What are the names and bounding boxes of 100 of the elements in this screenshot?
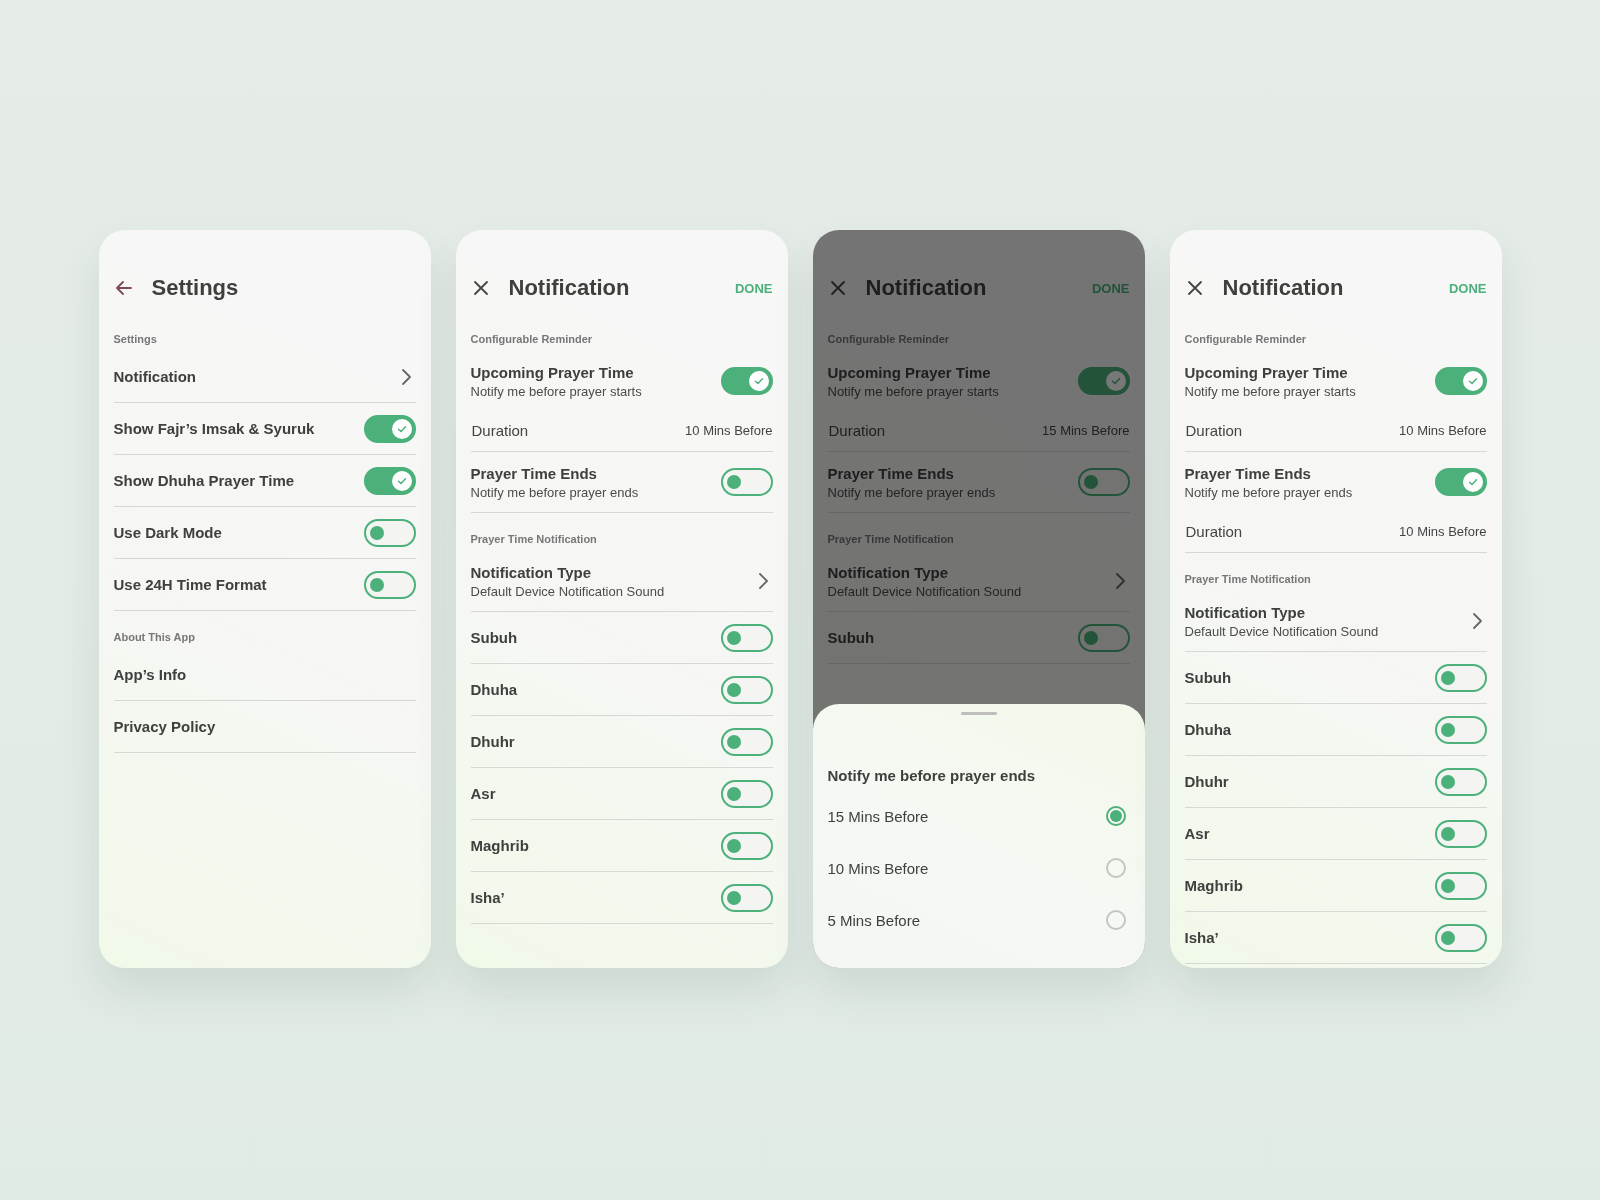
setting-label: Prayer Time Ends	[827, 464, 955, 482]
section-heading: Configurable Reminder	[1184, 333, 1308, 345]
check-icon	[752, 375, 765, 387]
setting-label: Notification	[113, 368, 196, 385]
setting-label: Asr	[470, 785, 496, 802]
setting-description: Default Device Notification Sound	[827, 583, 1022, 599]
setting-label: Show Dhuha Prayer Time	[113, 472, 295, 489]
check-icon	[1466, 476, 1479, 488]
option-label: 10 Mins Before	[827, 859, 929, 877]
section-heading: Settings	[113, 333, 158, 345]
setting-label: Notification Type	[827, 563, 950, 581]
toggle-switch[interactable]	[1077, 367, 1130, 395]
toggle-switch[interactable]	[363, 518, 416, 547]
radio-button[interactable]	[1105, 910, 1126, 930]
toggle-switch[interactable]	[363, 466, 416, 495]
setting-label: Upcoming Prayer Time	[827, 363, 992, 381]
setting-label: Dhuha	[470, 681, 518, 698]
toggle-switch[interactable]	[1434, 715, 1487, 744]
toggle-switch[interactable]	[1434, 367, 1487, 395]
toggle-switch[interactable]	[363, 570, 416, 599]
setting-description: Notify me before prayer ends	[1184, 484, 1353, 500]
toggle-switch[interactable]	[720, 623, 773, 652]
setting-label: Upcoming Prayer Time	[470, 363, 635, 381]
toggle-switch[interactable]	[720, 831, 773, 860]
duration-label: Duration	[471, 421, 529, 439]
setting-label: Maghrib	[470, 837, 529, 854]
sheet-handle[interactable]	[960, 712, 997, 715]
toggle-switch[interactable]	[720, 367, 773, 395]
setting-label: Dhuha	[1184, 721, 1232, 738]
chevron-right-icon[interactable]	[1470, 611, 1483, 631]
screen-title: Notification	[865, 275, 988, 301]
setting-label: Dhuhr	[1184, 773, 1229, 790]
setting-label: Use 24H Time Format	[113, 576, 267, 593]
setting-label: Subuh	[1184, 669, 1232, 686]
setting-label: Asr	[1184, 825, 1210, 842]
toggle-switch[interactable]	[363, 414, 416, 443]
setting-label: Privacy Policy	[113, 718, 216, 735]
setting-description: Notify me before prayer ends	[470, 484, 639, 500]
check-icon	[1466, 375, 1479, 387]
toggle-switch[interactable]	[1434, 871, 1487, 900]
toggle-switch[interactable]	[720, 779, 773, 808]
screen-title: Notification	[508, 275, 631, 301]
section-heading: Prayer Time Notification	[470, 533, 598, 545]
chevron-right-icon[interactable]	[756, 571, 769, 591]
section-heading: Configurable Reminder	[470, 333, 594, 345]
setting-label: Maghrib	[1184, 877, 1243, 894]
toggle-switch[interactable]	[720, 727, 773, 756]
done-button[interactable]: DONE	[734, 280, 773, 296]
setting-label: Notification Type	[1184, 603, 1307, 621]
toggle-switch[interactable]	[720, 675, 773, 704]
screen-title: Notification	[1222, 275, 1345, 301]
duration-label: Duration	[828, 421, 886, 439]
setting-label: Subuh	[470, 629, 518, 646]
setting-label: Notification Type	[470, 563, 593, 581]
check-icon	[1109, 375, 1122, 387]
setting-description: Default Device Notification Sound	[1184, 623, 1379, 639]
toggle-switch[interactable]	[1434, 767, 1487, 796]
section-heading: Configurable Reminder	[827, 333, 951, 345]
setting-label: Subuh	[827, 629, 875, 646]
setting-label: Prayer Time Ends	[1184, 464, 1312, 482]
toggle-switch[interactable]	[720, 468, 773, 496]
setting-label: Show Fajr’s Imsak & Syuruk	[113, 420, 315, 437]
option-label: 15 Mins Before	[827, 807, 929, 825]
duration-value[interactable]: 10 Mins Before	[1399, 422, 1487, 438]
chevron-right-icon[interactable]	[399, 366, 412, 387]
toggle-switch[interactable]	[720, 883, 773, 912]
toggle-switch[interactable]	[1434, 663, 1487, 692]
setting-description: Notify me before prayer starts	[1184, 383, 1356, 399]
radio-button[interactable]	[1105, 806, 1126, 826]
back-arrow-icon[interactable]	[113, 278, 134, 298]
toggle-switch[interactable]	[1434, 819, 1487, 848]
sheet-title: Notify me before prayer ends	[827, 767, 1037, 784]
duration-label: Duration	[1185, 522, 1243, 540]
done-button[interactable]: DONE	[1448, 280, 1487, 296]
radio-button[interactable]	[1105, 858, 1126, 878]
chevron-right-icon[interactable]	[1113, 571, 1126, 591]
toggle-switch[interactable]	[1434, 468, 1487, 496]
setting-description: Default Device Notification Sound	[470, 583, 665, 599]
setting-label: Isha’	[1184, 929, 1219, 946]
setting-label: Isha’	[470, 889, 505, 906]
section-heading: Prayer Time Notification	[827, 533, 955, 545]
setting-label: App’s Info	[113, 666, 187, 683]
toggle-switch[interactable]	[1077, 623, 1130, 652]
setting-description: Notify me before prayer starts	[827, 383, 999, 399]
section-heading: About This App	[113, 631, 196, 643]
setting-label: Upcoming Prayer Time	[1184, 363, 1349, 381]
setting-description: Notify me before prayer ends	[827, 484, 996, 500]
screen-title: Settings	[151, 275, 240, 301]
toggle-switch[interactable]	[1434, 923, 1487, 952]
duration-value[interactable]: 15 Mins Before	[1042, 422, 1130, 438]
done-button[interactable]: DONE	[1091, 280, 1130, 296]
toggle-switch[interactable]	[1077, 468, 1130, 496]
duration-label: Duration	[1185, 421, 1243, 439]
section-heading: Prayer Time Notification	[1184, 573, 1312, 585]
duration-value[interactable]: 10 Mins Before	[685, 422, 773, 438]
option-label: 5 Mins Before	[827, 911, 921, 929]
duration-value[interactable]: 10 Mins Before	[1399, 523, 1487, 539]
setting-description: Notify me before prayer starts	[470, 383, 642, 399]
setting-label: Dhuhr	[470, 733, 515, 750]
setting-label: Use Dark Mode	[113, 524, 222, 541]
